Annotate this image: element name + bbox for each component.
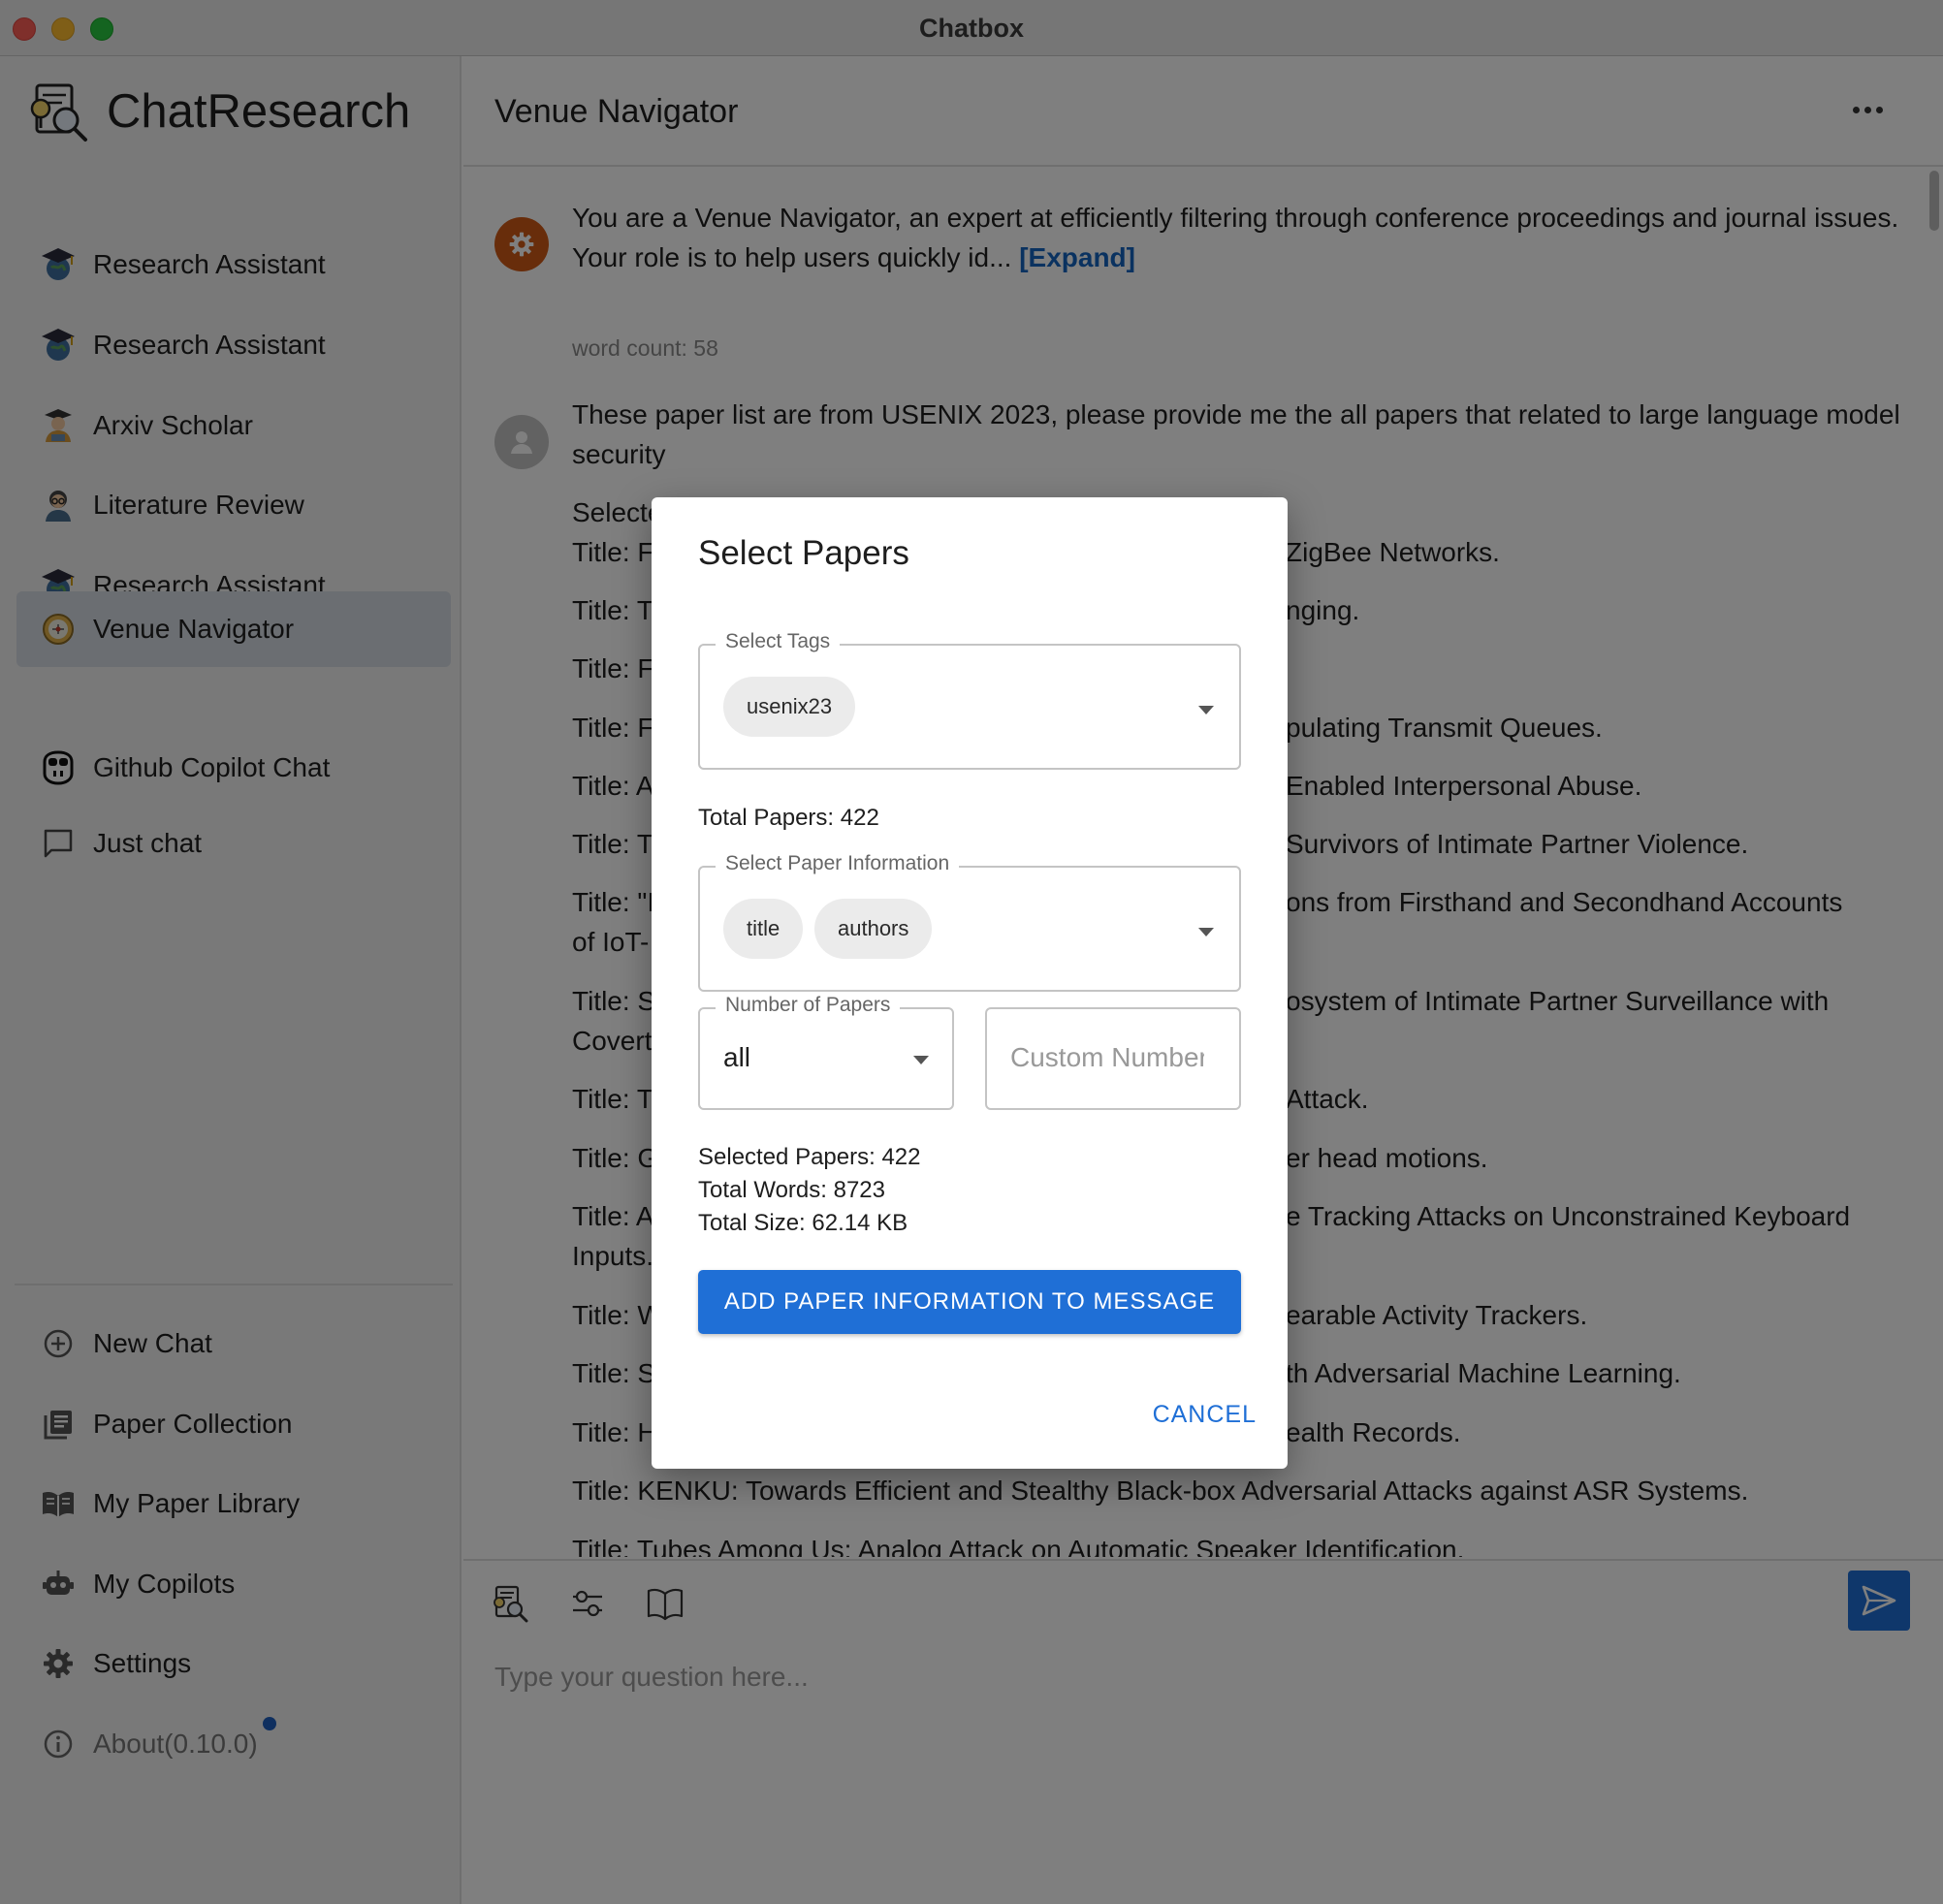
select-papers-dialog: Select Papers Select Tags usenix23 Total… bbox=[652, 497, 1288, 1469]
select-tags-label: Select Tags bbox=[716, 630, 841, 653]
chevron-down-icon[interactable] bbox=[1198, 928, 1214, 936]
number-of-papers-label: Number of Papers bbox=[716, 994, 901, 1017]
total-papers: Total Papers: 422 bbox=[698, 805, 879, 831]
number-of-papers-select[interactable]: Number of Papers all bbox=[698, 994, 954, 1110]
total-words: Total Words: 8723 bbox=[698, 1177, 885, 1203]
select-paper-info-field[interactable]: Select Paper Information title authors bbox=[698, 852, 1241, 992]
number-of-papers-value: all bbox=[723, 1042, 751, 1072]
dialog-title: Select Papers bbox=[698, 534, 909, 572]
select-paper-info-label: Select Paper Information bbox=[716, 852, 960, 875]
selected-papers: Selected Papers: 422 bbox=[698, 1144, 921, 1170]
cancel-button[interactable]: CANCEL bbox=[1153, 1401, 1257, 1429]
select-tags-field[interactable]: Select Tags usenix23 bbox=[698, 630, 1241, 770]
custom-number-input[interactable] bbox=[1010, 1027, 1204, 1089]
chevron-down-icon[interactable] bbox=[913, 1056, 929, 1064]
custom-number-field bbox=[985, 1007, 1241, 1110]
chevron-down-icon[interactable] bbox=[1198, 706, 1214, 714]
tag-chip-usenix23[interactable]: usenix23 bbox=[723, 677, 856, 737]
info-chip-title[interactable]: title bbox=[723, 899, 804, 959]
add-paper-information-button[interactable]: ADD PAPER INFORMATION TO MESSAGE bbox=[698, 1270, 1241, 1334]
info-chip-authors[interactable]: authors bbox=[814, 899, 933, 959]
total-size: Total Size: 62.14 KB bbox=[698, 1210, 908, 1236]
